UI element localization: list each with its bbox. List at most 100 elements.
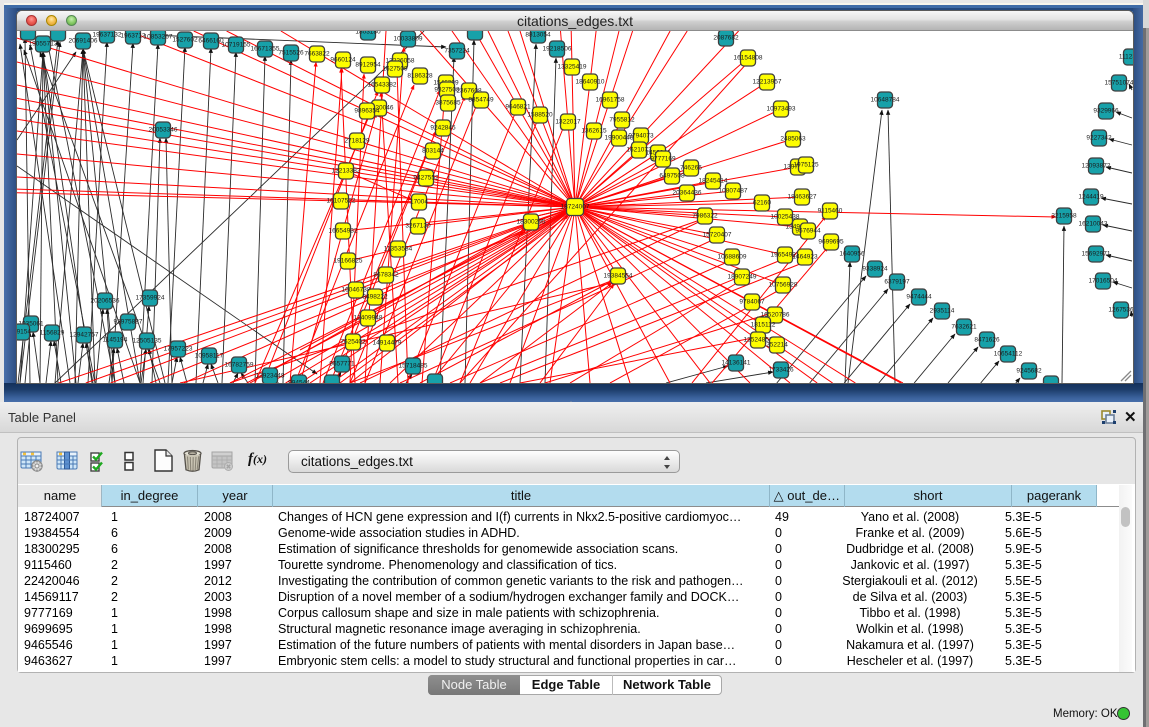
svg-text:1322017: 1322017: [555, 119, 581, 126]
svg-text:14136141: 14136141: [722, 360, 751, 367]
svg-text:1975125: 1975125: [793, 162, 819, 169]
svg-text:8471626: 8471626: [974, 337, 1000, 344]
svg-text:17359924: 17359924: [136, 295, 165, 302]
svg-text:15720407: 15720407: [703, 232, 732, 239]
svg-text:2485063: 2485063: [780, 136, 806, 143]
svg-text:9777169: 9777169: [650, 156, 676, 163]
svg-text:16782759: 16782759: [225, 362, 254, 369]
svg-text:1588520: 1588520: [527, 112, 553, 119]
svg-text:18245414: 18245414: [699, 178, 728, 185]
svg-text:18463627: 18463627: [788, 194, 817, 201]
svg-text:1627509: 1627509: [382, 66, 408, 73]
svg-text:8854749: 8854749: [468, 97, 494, 104]
svg-text:7632621: 7632621: [951, 324, 977, 331]
svg-text:20691406: 20691406: [69, 38, 98, 45]
svg-text:1963713: 1963713: [120, 33, 146, 40]
svg-text:10756928: 10756928: [769, 282, 798, 289]
svg-text:16961758: 16961758: [596, 97, 625, 104]
svg-text:1640956: 1640956: [839, 251, 865, 258]
svg-text:3875685: 3875685: [435, 100, 461, 107]
svg-text:1815112: 1815112: [751, 322, 776, 329]
svg-text:19218506: 19218506: [543, 46, 572, 53]
svg-text:9646821: 9646821: [505, 104, 531, 111]
svg-text:2935114: 2935114: [930, 308, 955, 315]
svg-text:62160: 62160: [753, 200, 771, 207]
svg-text:10688609: 10688609: [718, 254, 747, 261]
svg-text:93975887: 93975887: [114, 319, 143, 326]
svg-text:16543382: 16543382: [368, 82, 397, 89]
svg-text:8678342: 8678342: [373, 272, 399, 279]
svg-text:12409948: 12409948: [354, 315, 383, 322]
svg-text:9115460: 9115460: [818, 208, 843, 215]
svg-text:12093872: 12093872: [1082, 163, 1111, 170]
svg-text:746266: 746266: [680, 165, 702, 172]
svg-text:9576944: 9576944: [795, 228, 821, 235]
svg-text:9329966: 9329966: [1093, 108, 1119, 115]
svg-text:9784067: 9784067: [739, 299, 765, 306]
svg-text:9896354: 9896354: [354, 108, 380, 115]
svg-text:10807487: 10807487: [719, 188, 748, 195]
svg-text:9474444: 9474444: [906, 294, 932, 301]
svg-text:16154808: 16154808: [734, 55, 763, 62]
svg-text:8813054: 8813054: [525, 32, 551, 39]
svg-text:20364436: 20364436: [673, 190, 702, 197]
svg-text:12213382: 12213382: [332, 168, 361, 175]
svg-text:19384554: 19384554: [604, 273, 633, 280]
svg-text:3498222: 3498222: [362, 294, 388, 301]
svg-text:9699695: 9699695: [818, 239, 844, 246]
svg-text:6379197: 6379197: [884, 279, 910, 286]
svg-text:16107522: 16107522: [327, 198, 356, 205]
svg-text:16046738: 16046738: [342, 287, 371, 294]
svg-text:17016504: 17016504: [1089, 278, 1118, 285]
svg-text:803144: 803144: [422, 148, 444, 155]
svg-text:1464923: 1464923: [792, 254, 818, 261]
svg-text:9660124: 9660124: [330, 57, 356, 64]
svg-text:20206536: 20206536: [91, 298, 120, 305]
svg-text:19166825: 19166825: [334, 258, 363, 265]
svg-text:1733426: 1733426: [768, 367, 794, 374]
svg-text:9242845: 9242845: [430, 125, 456, 132]
svg-text:2718129: 2718129: [344, 138, 370, 145]
svg-text:18724007: 18724007: [561, 204, 590, 211]
svg-text:3215958: 3215958: [1051, 213, 1077, 220]
svg-text:17004: 17004: [410, 199, 428, 206]
svg-text:19055713: 19055713: [29, 41, 58, 48]
svg-text:16671355: 16671355: [251, 46, 280, 53]
svg-text:7955812: 7955812: [609, 117, 635, 124]
svg-text:7986322: 7986322: [692, 213, 718, 220]
svg-text:1803180: 1803180: [355, 31, 381, 36]
svg-text:15718485: 15718485: [399, 363, 428, 370]
svg-text:1112361: 1112361: [1119, 54, 1133, 61]
svg-text:15692971: 15692971: [1082, 251, 1111, 258]
svg-text:9338924: 9338924: [862, 266, 888, 273]
svg-text:6497508: 6497508: [659, 173, 685, 180]
svg-text:10973493: 10973493: [767, 106, 796, 113]
svg-text:1527602: 1527602: [172, 37, 198, 44]
svg-text:3267130: 3267130: [405, 223, 431, 230]
svg-text:10853267: 10853267: [144, 34, 173, 41]
svg-text:1145194: 1145194: [103, 337, 128, 344]
svg-text:10719155: 10719155: [222, 42, 251, 49]
svg-text:12942757: 12942757: [70, 332, 99, 339]
svg-text:7515526: 7515526: [278, 50, 304, 57]
svg-text:1244419: 1244419: [1078, 194, 1104, 201]
svg-text:16210043: 16210043: [1079, 221, 1108, 228]
svg-text:16654932: 16654932: [329, 228, 358, 235]
svg-text:7357224: 7357224: [444, 48, 470, 55]
svg-text:6466160: 6466160: [198, 38, 224, 45]
svg-text:17957223: 17957223: [164, 346, 193, 353]
svg-text:9227342: 9227342: [1086, 135, 1112, 142]
svg-text:12505135: 12505135: [133, 338, 162, 345]
svg-text:11353584: 11353584: [384, 246, 413, 253]
svg-text:252214: 252214: [766, 342, 788, 349]
svg-text:8186328: 8186328: [407, 73, 433, 80]
svg-text:2087682: 2087682: [713, 35, 739, 42]
svg-text:1156829: 1156829: [40, 330, 65, 337]
svg-text:13325419: 13325419: [558, 64, 587, 71]
svg-text:9427552: 9427552: [413, 175, 439, 182]
svg-text:19637132: 19637132: [93, 32, 122, 39]
svg-text:18907249: 18907249: [728, 274, 757, 281]
svg-text:1362615: 1362615: [581, 128, 607, 135]
svg-text:20053346: 20053346: [149, 127, 178, 134]
svg-text:18640910: 18640910: [576, 79, 605, 86]
